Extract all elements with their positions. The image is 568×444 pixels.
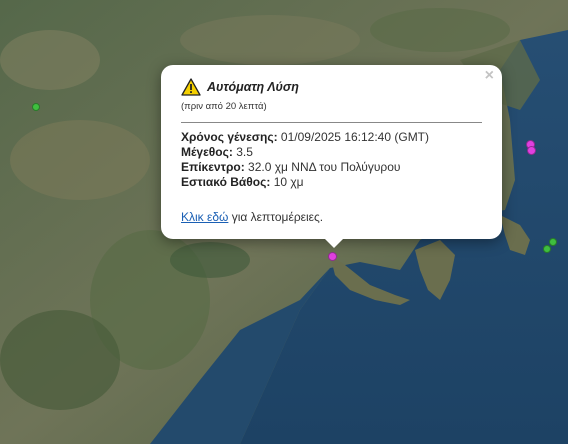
epicenter-value: 32.0 χμ ΝΝΔ του Πολύγυρου bbox=[248, 160, 401, 174]
depth-row: Εστιακό Βάθος: 10 χμ bbox=[181, 175, 482, 190]
origin-time-label: Χρόνος γένεσης: bbox=[181, 130, 278, 144]
depth-value: 10 χμ bbox=[273, 175, 304, 189]
origin-time-value: 01/09/2025 16:12:40 (GMT) bbox=[280, 130, 430, 144]
popup-title: Αυτόματη Λύση bbox=[207, 80, 299, 94]
origin-time-row: Χρόνος γένεσης: 01/09/2025 16:12:40 (GMT… bbox=[181, 130, 482, 145]
earthquake-marker-east-2[interactable] bbox=[527, 146, 536, 155]
magnitude-value: 3.5 bbox=[236, 145, 253, 159]
close-icon[interactable]: × bbox=[485, 67, 494, 85]
magnitude-row: Μέγεθος: 3.5 bbox=[181, 145, 482, 160]
earthquake-marker-west[interactable] bbox=[32, 103, 40, 111]
earthquake-info-popup: × Αυτόματη Λύση (πριν από 20 λεπτά) Χρόν… bbox=[161, 65, 502, 248]
selected-earthquake-marker[interactable] bbox=[328, 252, 337, 261]
popup-subtitle: (πριν από 20 λεπτά) bbox=[181, 101, 267, 112]
warning-triangle-icon bbox=[181, 78, 201, 96]
popup-header: Αυτόματη Λύση bbox=[181, 77, 482, 97]
satellite-map[interactable]: × Αυτόματη Λύση (πριν από 20 λεπτά) Χρόν… bbox=[0, 0, 568, 444]
earthquake-marker-southeast-1[interactable] bbox=[549, 238, 557, 246]
popup-tip bbox=[324, 238, 344, 248]
magnitude-label: Μέγεθος: bbox=[181, 145, 233, 159]
details-line: Κλικ εδώ για λεπτομέρειες. bbox=[181, 210, 482, 224]
earthquake-marker-southeast-2[interactable] bbox=[543, 245, 551, 253]
details-suffix: για λεπτομέρειες. bbox=[228, 210, 324, 224]
depth-label: Εστιακό Βάθος: bbox=[181, 175, 271, 189]
epicenter-row: Επίκεντρο: 32.0 χμ ΝΝΔ του Πολύγυρου bbox=[181, 160, 482, 175]
details-link[interactable]: Κλικ εδώ bbox=[181, 210, 228, 224]
divider bbox=[181, 122, 482, 123]
epicenter-label: Επίκεντρο: bbox=[181, 160, 245, 174]
